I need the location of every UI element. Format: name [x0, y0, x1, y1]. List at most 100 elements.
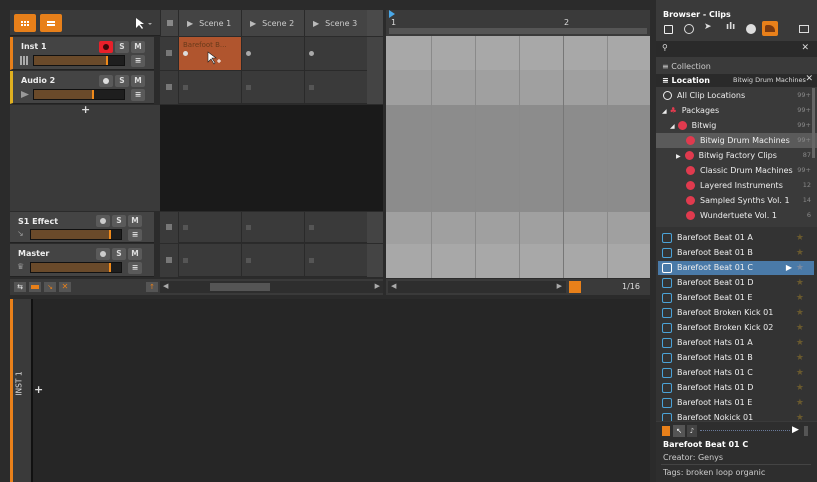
modulator-tab-icon[interactable] [684, 24, 694, 34]
close-icon[interactable]: ✕ [59, 282, 71, 292]
record-arm-button[interactable] [99, 41, 113, 53]
file-item[interactable]: Barefoot Hats 01 B ★ [658, 351, 814, 365]
location-item-selected[interactable]: Bitwig Drum Machines 99+ [656, 133, 817, 148]
location-item[interactable]: Classic Drum Machines 99+ [656, 163, 817, 178]
track-stop-button[interactable] [160, 244, 178, 277]
record-arm-button[interactable] [99, 75, 113, 87]
volume-fader[interactable] [33, 55, 125, 66]
preview-volume[interactable] [804, 426, 808, 436]
grid-view-button[interactable] [14, 14, 36, 32]
add-icon[interactable]: + [34, 383, 43, 396]
solo-button[interactable]: S [115, 75, 129, 87]
location-item[interactable]: ◢ ♣ Packages 99+ [656, 103, 817, 118]
close-icon[interactable]: ✕ [801, 43, 809, 53]
effect-track-icon[interactable]: ↘ [44, 282, 56, 292]
presets-tab-icon[interactable] [746, 24, 756, 34]
snap-icon[interactable] [569, 281, 581, 293]
scene-menu-icon[interactable] [367, 10, 383, 36]
location-header[interactable]: ≡ Location Bitwig Drum Machines ✕ [656, 74, 817, 87]
file-item[interactable]: Barefoot Beat 01 A ★ [658, 231, 814, 245]
music-tab-icon[interactable] [799, 25, 809, 33]
clip-slot[interactable] [178, 244, 241, 277]
track-menu-button[interactable]: ≡ [131, 55, 145, 67]
volume-fader[interactable] [30, 229, 122, 240]
track-menu-button[interactable]: ≡ [128, 262, 142, 274]
note-icon[interactable]: ♪ [687, 425, 697, 437]
file-item-selected[interactable]: Barefoot Beat 01 C ▶ ★ [658, 261, 814, 275]
clip-slot[interactable] [241, 71, 304, 104]
solo-button[interactable]: S [112, 248, 126, 260]
file-item[interactable]: Barefoot Beat 01 B ★ [658, 246, 814, 260]
add-track-icon[interactable]: + [81, 103, 90, 116]
pointer-tool-icon[interactable] [128, 17, 154, 30]
device-tab-icon[interactable] [664, 25, 673, 34]
clip-slot-selected[interactable]: Barefoot B... [178, 37, 241, 71]
volume-fader[interactable] [30, 262, 122, 273]
clip-slot[interactable] [241, 244, 304, 277]
mute-button[interactable]: M [128, 248, 142, 260]
track-inst-1[interactable]: Inst 1 S M ≡ [10, 37, 165, 70]
track-view-icon[interactable] [29, 282, 41, 292]
collapse-icon[interactable]: ⇆ [14, 282, 26, 292]
list-view-button[interactable] [40, 14, 62, 32]
clips-tab-icon[interactable] [762, 21, 778, 36]
file-item[interactable]: Barefoot Nokick 01 ★ [658, 411, 814, 421]
location-item[interactable]: Layered Instruments 12 [656, 178, 817, 193]
track-stop-button[interactable] [160, 71, 178, 104]
timeline-ruler[interactable]: 1 2 [386, 10, 650, 36]
mute-button[interactable]: M [128, 215, 142, 227]
file-item[interactable]: Barefoot Beat 01 E ★ [658, 291, 814, 305]
file-item[interactable]: Barefoot Broken Kick 01 ★ [658, 306, 814, 320]
scene-3-header[interactable]: ▶ Scene 3 [304, 10, 367, 36]
horizontal-scrollbar[interactable]: ◀ ▶ [160, 281, 383, 293]
file-item[interactable]: Barefoot Broken Kick 02 ★ [658, 321, 814, 335]
location-scrollbar[interactable] [812, 88, 815, 158]
track-audio-2[interactable]: Audio 2 S M ≡ [10, 71, 154, 104]
arranger-scrollbar[interactable]: ◀ ▶ [388, 281, 566, 293]
collection-header[interactable]: ≡ Collection [656, 62, 817, 74]
solo-button[interactable]: S [112, 215, 126, 227]
file-item[interactable]: Barefoot Hats 01 A ★ [658, 336, 814, 350]
track-menu-button[interactable]: ≡ [131, 89, 145, 101]
location-item[interactable]: ▶ Bitwig Factory Clips 87 [656, 148, 817, 163]
volume-fader[interactable] [33, 89, 125, 100]
track-menu-button[interactable]: ≡ [128, 229, 142, 241]
arranger-timeline[interactable]: 1 2 [386, 10, 650, 278]
clip-slot[interactable] [178, 212, 241, 243]
clip-slot[interactable] [304, 212, 367, 243]
monitor-button[interactable] [96, 248, 110, 260]
playhead-icon[interactable] [389, 10, 395, 18]
play-preview-icon[interactable]: ▶ [792, 425, 799, 435]
cursor-mode-icon[interactable]: ↖ [673, 425, 685, 437]
search-input[interactable]: ⚲ ✕ [656, 41, 817, 57]
location-item[interactable]: All Clip Locations 99+ [656, 88, 817, 103]
clear-filter-icon[interactable]: ✕ [805, 74, 813, 84]
grid-resolution[interactable]: 1/16 [622, 282, 640, 291]
file-item[interactable]: Barefoot Beat 01 D ★ [658, 276, 814, 290]
record-mode-icon[interactable]: ↑ [146, 282, 158, 292]
solo-button[interactable]: S [115, 41, 129, 53]
stop-all-button[interactable] [160, 10, 178, 36]
clip-slot[interactable] [304, 244, 367, 277]
track-s1-effect[interactable]: S1 Effect S M ↘ ≡ [10, 212, 154, 243]
clip-slot[interactable] [241, 37, 304, 71]
track-master[interactable]: Master S M ♛ ≡ [10, 244, 154, 277]
multisample-tab-icon[interactable]: ➤ [704, 22, 712, 32]
scene-2-header[interactable]: ▶ Scene 2 [241, 10, 304, 36]
samples-tab-icon[interactable]: ılı [726, 22, 735, 32]
scene-1-header[interactable]: ▶ Scene 1 [178, 10, 241, 36]
mute-button[interactable]: M [131, 41, 145, 53]
location-item[interactable]: Sampled Synths Vol. 1 14 [656, 193, 817, 208]
mute-button[interactable]: M [131, 75, 145, 87]
track-stop-button[interactable] [160, 37, 178, 70]
file-item[interactable]: Barefoot Hats 01 E ★ [658, 396, 814, 410]
clip-slot[interactable] [304, 37, 367, 71]
location-item[interactable]: Wundertuete Vol. 16 [656, 208, 817, 223]
location-item[interactable]: ◢ Bitwig 99+ [656, 118, 817, 133]
file-item[interactable]: Barefoot Hats 01 D ★ [658, 381, 814, 395]
clip-slot[interactable] [304, 71, 367, 104]
clip-slot[interactable] [178, 71, 241, 104]
clip-slot[interactable] [241, 212, 304, 243]
monitor-button[interactable] [96, 215, 110, 227]
track-stop-button[interactable] [160, 212, 178, 243]
